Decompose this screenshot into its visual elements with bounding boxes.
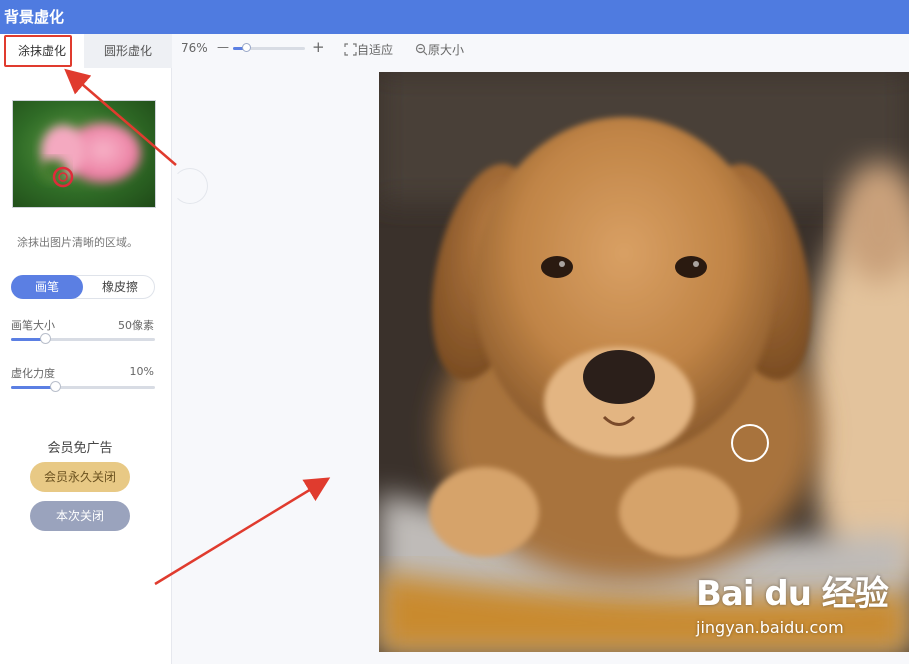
tab-circle-blur[interactable]: 圆形虚化 <box>84 34 172 68</box>
watermark-logo: Bai du 经验 <box>696 574 889 614</box>
blur-strength-slider[interactable] <box>11 381 155 392</box>
blur-strength-label: 虚化力度 <box>11 367 55 380</box>
zoom-slider[interactable] <box>233 43 305 52</box>
close-once-button[interactable]: 本次关闭 <box>30 501 130 531</box>
preview-thumbnail <box>12 100 156 208</box>
fit-label: 自适应 <box>357 43 394 57</box>
zoom-in-button[interactable]: + <box>312 38 325 56</box>
vip-title: 会员免广告 <box>47 441 113 456</box>
mode-switch: 画笔 橡皮擦 <box>11 275 155 299</box>
zoom-out-button[interactable]: — <box>217 40 229 54</box>
brush-cursor-ghost <box>172 168 208 204</box>
brush-size-knob[interactable] <box>39 333 51 344</box>
toolbar: 76% — + 自适应 原大小 <box>172 34 909 64</box>
brush-mode-button[interactable]: 画笔 <box>11 275 83 299</box>
watermark-url: jingyan.baidu.com <box>696 618 844 637</box>
watermark: Bai du 经验 jingyan.baidu.com <box>696 566 889 637</box>
original-size-label: 原大小 <box>428 43 465 57</box>
blur-strength-value: 10% <box>129 365 154 378</box>
brush-cursor <box>731 424 769 462</box>
fit-icon <box>344 43 357 56</box>
zoom-knob[interactable] <box>242 43 252 52</box>
app-title-bar: 背景虚化 <box>0 0 909 34</box>
app-title: 背景虚化 <box>4 8 65 26</box>
magnifier-icon <box>415 43 428 56</box>
fit-button[interactable]: 自适应 <box>344 41 393 58</box>
brush-size-value: 50像素 <box>118 319 154 332</box>
eraser-mode-button[interactable]: 橡皮擦 <box>84 275 156 299</box>
blur-strength-fill <box>11 386 56 389</box>
arrow-to-canvas <box>154 477 331 586</box>
vip-permanent-close-button[interactable]: 会员永久关闭 <box>30 462 130 492</box>
hint-text: 涂抹出图片清晰的区域。 <box>17 236 138 249</box>
blur-strength-knob[interactable] <box>49 381 61 392</box>
original-size-button[interactable]: 原大小 <box>415 41 464 58</box>
puppy-photo-canvas[interactable] <box>379 72 909 652</box>
sidebar: 涂抹虚化 圆形虚化 涂抹出图片清晰的区域。 画笔 橡皮擦 画笔大小 50像素 虚… <box>0 34 172 664</box>
zoom-percent: 76% <box>181 41 208 55</box>
brush-size-label: 画笔大小 <box>11 319 55 332</box>
brush-size-slider[interactable] <box>11 333 155 344</box>
tab-annotation-box <box>4 35 72 67</box>
